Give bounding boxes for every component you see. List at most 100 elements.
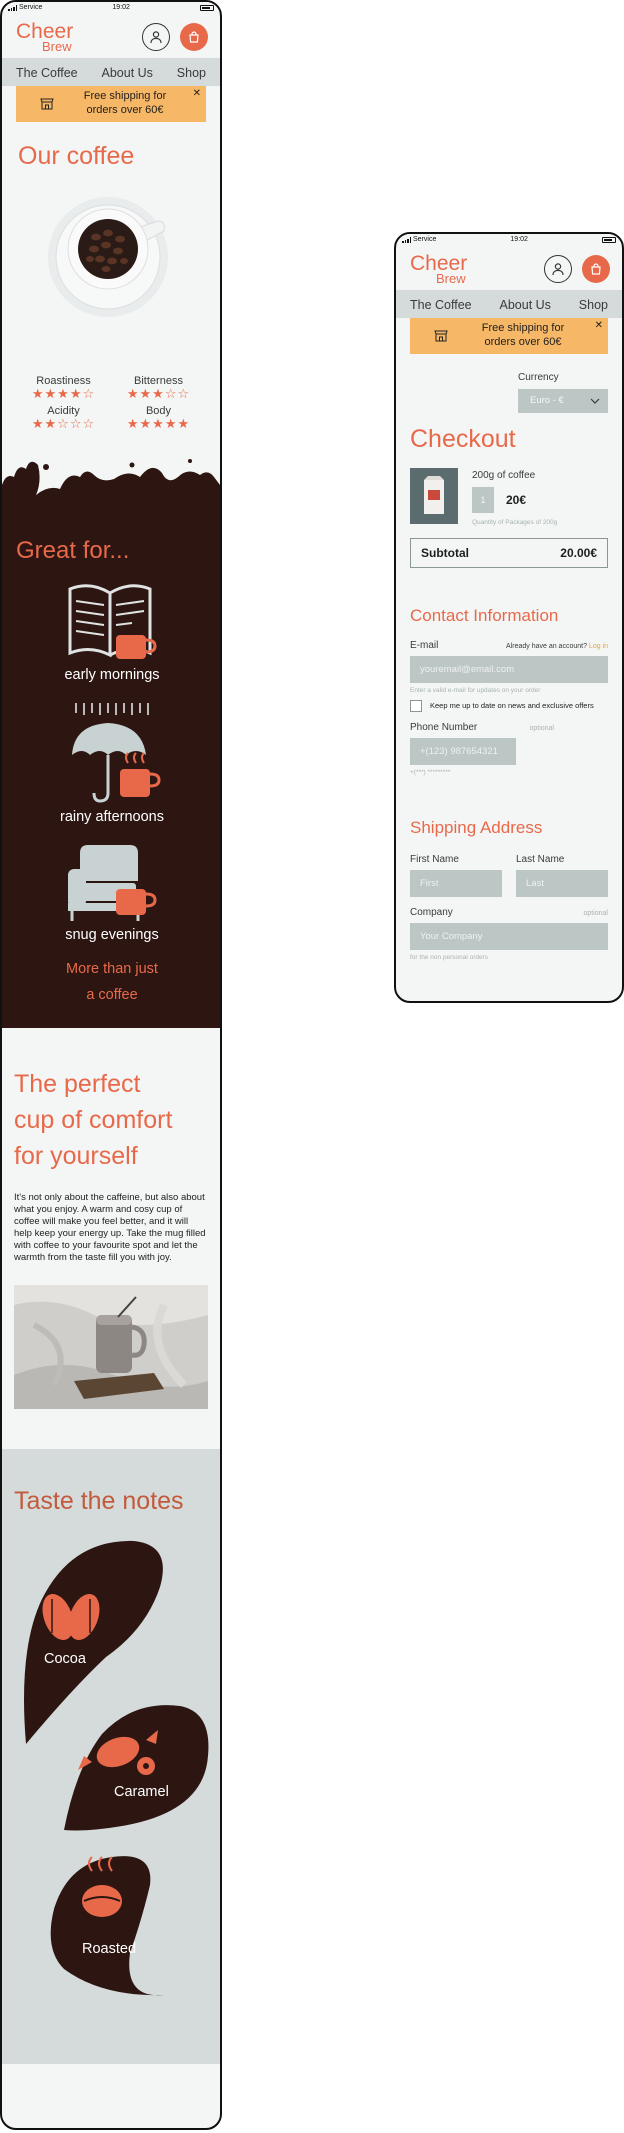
great-item-rainy-afternoons: rainy afternoons: [16, 701, 208, 825]
first-name-field[interactable]: First: [410, 869, 502, 897]
great-for-section: Great for... early mornings rainy aftern…: [2, 509, 220, 1029]
rating-stars-acidity: ★★☆☆☆: [31, 416, 96, 432]
comfort-title-line3: for yourself: [14, 1142, 138, 1171]
logo[interactable]: Cheer Brew: [410, 253, 467, 285]
product-thumbnail: [410, 467, 458, 524]
comfort-body: It's not only about the caffeine, but al…: [14, 1192, 206, 1263]
user-icon: [552, 263, 564, 276]
email-field[interactable]: youremail@email.com: [410, 655, 608, 683]
phone-home: Service 19:02 Cheer Brew The Coffee Abou: [0, 0, 222, 2130]
shipping-banner: Free shipping for orders over 60€ ✕: [410, 317, 608, 354]
status-bar-checkout: Service 19:02: [396, 234, 622, 245]
page: Service 19:02 Cheer Brew The Coffee Abou: [0, 0, 624, 2133]
quantity-hint: Quantity of Packages of 200g: [472, 518, 558, 526]
company-field[interactable]: Your Company: [410, 922, 608, 950]
cart-button[interactable]: [582, 255, 610, 284]
rating-stars-roastiness: ★★★★☆: [31, 385, 96, 401]
account-button[interactable]: [142, 23, 170, 52]
note-label-roasted: Roasted: [82, 1941, 137, 1958]
newsletter-checkbox-row: Keep me up to date on news and exclusive…: [396, 699, 622, 712]
more-than-coffee-link[interactable]: More than just a coffee: [16, 957, 208, 1008]
currency-label: Currency: [518, 371, 559, 383]
comfort-section: The perfect cup of comfort for yourself …: [2, 1028, 220, 1450]
company-optional-tag: optional: [583, 909, 608, 917]
cart-button[interactable]: [180, 23, 208, 52]
banner-line1: Free shipping for: [481, 322, 565, 335]
caption-early-mornings: early mornings: [64, 667, 160, 684]
armchair-icon: [68, 845, 157, 922]
store-icon: [434, 330, 448, 342]
note-label-caramel: Caramel: [114, 1784, 169, 1801]
currency-value: Euro - €: [530, 395, 564, 407]
banner-line2: orders over 60€: [484, 335, 562, 348]
newspaper-icon: [68, 584, 157, 660]
contact-title: Contact Information: [410, 605, 559, 625]
carrier: Service: [413, 236, 437, 243]
header: Cheer Brew: [2, 13, 220, 58]
main-nav-checkout: The Coffee About Us Shop: [396, 289, 622, 318]
email-label: E-mail: [410, 639, 439, 651]
note-caramel: Caramel: [62, 1704, 212, 1834]
company-label: Company: [410, 906, 453, 918]
more-line2: a coffee: [86, 986, 138, 1003]
phone-label: Phone Number: [410, 721, 478, 733]
section-title-great-for: Great for...: [16, 537, 130, 565]
nav-item-shop[interactable]: Shop: [177, 66, 206, 80]
subtotal-label: Subtotal: [421, 545, 469, 560]
logo[interactable]: Cheer Brew: [16, 21, 73, 53]
battery-icon: [200, 4, 214, 11]
nav-item-about-us[interactable]: About Us: [500, 298, 551, 312]
close-banner-button[interactable]: ✕: [193, 88, 201, 101]
taste-notes-section: Taste the notes Cocoa Caramel Roasted: [2, 1449, 220, 2065]
close-banner-button[interactable]: ✕: [595, 320, 603, 333]
shopping-bag-icon: [591, 263, 601, 276]
last-name-label: Last Name: [516, 853, 565, 865]
battery-icon: [602, 236, 616, 243]
note-label-cocoa: Cocoa: [44, 1651, 86, 1668]
shipping-banner: Free shipping for orders over 60€ ✕: [16, 85, 206, 122]
phone-field[interactable]: +(123) 987654321: [410, 737, 516, 765]
cart-item: 200g of coffee 1 20€ Quantity of Package…: [396, 454, 622, 526]
more-line1: More than just: [66, 961, 158, 978]
email-hint: Enter a valid e-mail for updates on your…: [410, 686, 541, 694]
product-price: 20€: [506, 492, 527, 507]
last-name-field[interactable]: Last: [516, 869, 608, 897]
mug-photo: [14, 1285, 208, 1410]
phone-hint: +(***) *********: [410, 768, 451, 776]
coffee-cup-image: [2, 191, 220, 321]
nav-item-about-us[interactable]: About Us: [102, 66, 153, 80]
coffee-ratings: Roastiness ★★★★☆ Bitterness ★★★☆☆ Acidity ★…: [2, 375, 220, 432]
company-hint: for the non personal orders: [410, 953, 489, 961]
login-link[interactable]: Log in: [589, 643, 608, 650]
phone-optional-tag: optional: [529, 724, 554, 732]
account-prompt: Already have an account?: [506, 642, 587, 650]
nav-item-the-coffee[interactable]: The Coffee: [16, 66, 78, 80]
quantity-input[interactable]: 1: [472, 486, 494, 513]
section-title-our-coffee: Our coffee: [18, 141, 135, 170]
nav-item-shop[interactable]: Shop: [579, 298, 608, 312]
comfort-title: The perfect cup of comfort for yourself: [14, 1066, 208, 1174]
great-item-snug-evenings: snug evenings: [16, 841, 208, 943]
note-roasted: Roasted: [42, 1849, 182, 1999]
clock: 19:02: [112, 4, 130, 11]
great-item-early-mornings: early mornings: [16, 583, 208, 683]
comfort-title-line2: cup of comfort: [14, 1106, 173, 1135]
signal-icon: [402, 236, 411, 243]
account-button[interactable]: [544, 255, 572, 284]
shopping-bag-icon: [189, 31, 199, 44]
first-name-label: First Name: [410, 853, 459, 865]
signal-icon: [8, 4, 17, 11]
nav-item-the-coffee[interactable]: The Coffee: [410, 298, 472, 312]
comfort-title-line1: The perfect: [14, 1070, 141, 1099]
currency-select[interactable]: Euro - €: [518, 388, 608, 413]
rating-stars-bitterness: ★★★☆☆: [126, 385, 191, 401]
chevron-down-icon: [590, 398, 600, 404]
header-checkout: Cheer Brew: [396, 245, 622, 290]
caption-rainy-afternoons: rainy afternoons: [60, 809, 164, 826]
newsletter-checkbox[interactable]: [410, 699, 422, 712]
status-bar: Service 19:02: [2, 2, 220, 13]
umbrella-icon: [72, 703, 161, 803]
subtotal-box: Subtotal 20.00€: [410, 537, 608, 568]
banner-line1: Free shipping for: [83, 90, 167, 103]
subtotal-value: 20.00€: [560, 545, 597, 560]
